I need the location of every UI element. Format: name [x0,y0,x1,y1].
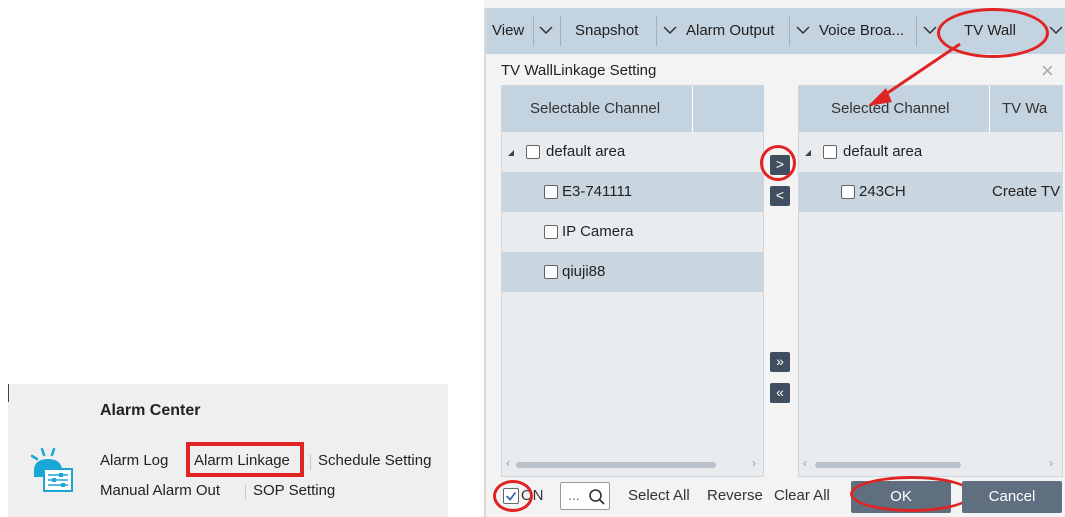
tab-snapshot[interactable]: Snapshot [575,8,638,54]
scroll-thumb[interactable] [815,462,961,468]
schedule-setting-link[interactable]: Schedule Setting [318,452,431,469]
group-label: default area [546,143,626,160]
scroll-right-icon[interactable]: › [1049,456,1053,470]
tab-view[interactable]: View [492,8,524,54]
expand-triangle-icon[interactable] [805,150,811,156]
link-separator [310,454,311,470]
cancel-button[interactable]: Cancel [962,481,1062,513]
selectable-header: Selectable Channel [502,86,763,132]
channel-checkbox[interactable] [841,185,855,199]
search-placeholder: ... [568,487,580,503]
channel-label: IP Camera [562,223,634,240]
dialog-edge [484,8,486,517]
highlight-box [186,442,304,477]
group-checkbox[interactable] [526,145,540,159]
list-item[interactable]: IP Camera [502,212,763,252]
table-row[interactable]: 243CH Create TV [799,172,1062,212]
channel-checkbox[interactable] [544,185,558,199]
scroll-left-icon[interactable]: ‹ [803,456,807,470]
close-icon[interactable]: × [1041,58,1054,84]
chevron-down-icon[interactable] [662,22,678,38]
highlight-circle [760,145,796,181]
tree-group-row[interactable]: default area [799,132,1062,172]
tab-alarm-output[interactable]: Alarm Output [686,8,774,54]
reverse-link[interactable]: Reverse [707,487,763,504]
highlight-circle [850,476,973,512]
chevron-down-icon[interactable] [1048,22,1064,38]
group-label: default area [843,143,923,160]
selectable-header-label: Selectable Channel [530,100,661,117]
alarm-center-icon [30,447,73,492]
chevron-down-icon[interactable] [795,22,811,38]
scroll-thumb[interactable] [516,462,716,468]
remove-channel-button[interactable]: < [770,186,790,206]
channel-label: 243CH [859,183,906,200]
alarm-log-link[interactable]: Alarm Log [100,452,168,469]
dialog-title: TV WallLinkage Setting [501,62,657,79]
horizontal-scrollbar[interactable]: ‹ › [799,454,1062,476]
card-edge [8,384,9,402]
search-input[interactable]: ... [560,482,610,510]
add-all-button[interactable]: » [770,352,790,372]
channel-checkbox[interactable] [544,225,558,239]
group-checkbox[interactable] [823,145,837,159]
tv-wall-header-label: TV Wa [1002,100,1048,117]
alarm-center-title: Alarm Center [100,402,201,419]
channel-checkbox[interactable] [544,265,558,279]
scroll-right-icon[interactable]: › [752,456,756,470]
selectable-channel-panel: Selectable Channel default area E3-74111… [501,85,764,477]
highlight-circle [493,480,533,512]
tv-wall-cell[interactable]: Create TV [992,172,1060,212]
search-icon[interactable] [588,488,606,506]
channel-label: E3-741111 [562,183,633,200]
select-all-link[interactable]: Select All [628,487,690,504]
horizontal-scrollbar[interactable]: ‹ › [502,454,763,476]
channel-label: qiuji88 [562,263,606,280]
manual-alarm-out-link[interactable]: Manual Alarm Out [100,482,220,499]
remove-all-button[interactable]: « [770,383,790,403]
chevron-down-icon[interactable] [922,22,938,38]
scroll-left-icon[interactable]: ‹ [506,456,510,470]
list-item[interactable]: E3-741111 [502,172,763,212]
chevron-down-icon[interactable] [538,22,554,38]
tree-group-row[interactable]: default area [502,132,763,172]
selected-channel-panel: Selected Channel TV Wa default area 243C… [798,85,1063,477]
link-separator [245,484,246,500]
clear-all-link[interactable]: Clear All [774,487,830,504]
sop-setting-link[interactable]: SOP Setting [253,482,335,499]
expand-triangle-icon[interactable] [508,150,514,156]
highlight-circle [937,8,1049,58]
list-item[interactable]: qiuji88 [502,252,763,292]
